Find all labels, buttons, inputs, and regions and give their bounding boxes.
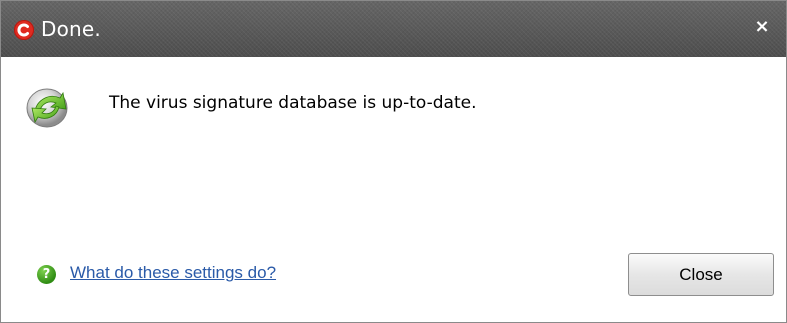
status-message: The virus signature database is up-to-da… [109,93,477,113]
help-link[interactable]: What do these settings do? [70,263,276,283]
help-question-icon: ? [37,265,56,284]
close-window-button[interactable]: × [750,15,774,39]
comodo-logo-icon [14,20,34,40]
window-title: Done. [41,17,101,41]
close-button[interactable]: Close [628,253,774,296]
update-check-icon [23,81,73,131]
title-bar[interactable]: Done. × [1,1,786,57]
dialog-window: Done. × The virus signature database is … [0,0,787,323]
